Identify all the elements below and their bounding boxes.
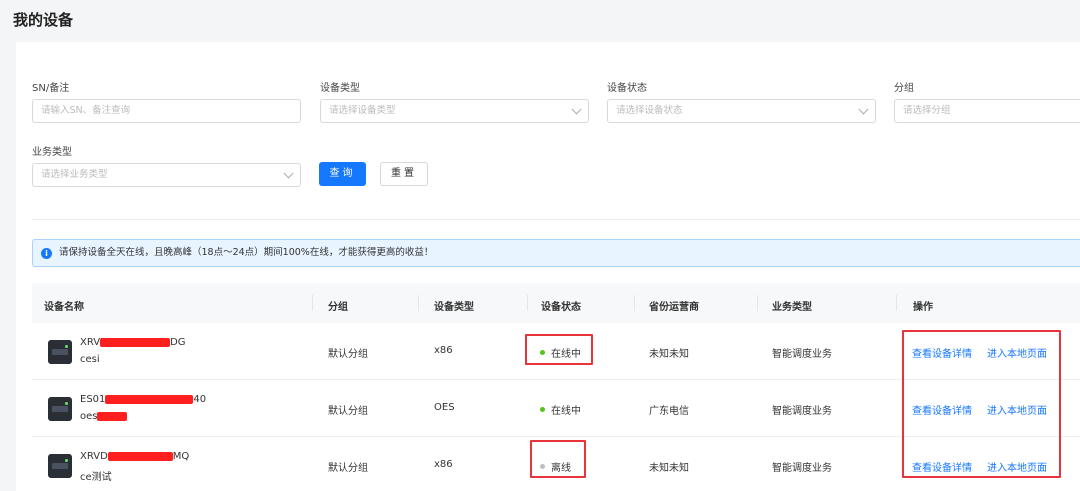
row-business-type: 智能调度业务: [772, 406, 832, 417]
chevron-down-icon: [858, 104, 869, 115]
col-device-status: 设备状态: [541, 302, 581, 313]
sn-prefix: XRV: [80, 337, 101, 348]
note-text: oes: [80, 411, 98, 422]
device-note: oes: [80, 411, 128, 422]
redaction-mark: [100, 337, 171, 347]
chevron-down-icon: [571, 104, 582, 115]
group-placeholder: 请选择分组: [903, 105, 951, 116]
device-sn: XRVD MQ: [80, 451, 189, 462]
col-separator: [634, 295, 635, 311]
info-icon: i: [41, 248, 52, 259]
col-device-type: 设备类型: [434, 302, 474, 313]
device-status-label: 设备状态: [607, 83, 647, 94]
sn-suffix: MQ: [172, 451, 190, 462]
col-separator: [757, 295, 758, 311]
device-type-select[interactable]: 请选择设备类型: [320, 99, 589, 123]
device-image: [48, 397, 72, 421]
row-group: 默认分组: [328, 406, 368, 417]
row-device-type: OES: [434, 402, 455, 413]
col-actions: 操作: [913, 302, 933, 313]
query-button[interactable]: 查询: [319, 162, 366, 186]
col-business-type: 业务类型: [772, 302, 812, 313]
sn-input[interactable]: 请输入SN、备注查询: [32, 99, 301, 123]
device-note: ce测试: [80, 472, 112, 483]
col-separator: [527, 295, 528, 311]
device-type-label: 设备类型: [320, 83, 360, 94]
page-title: 我的设备: [13, 11, 74, 29]
alert-text: 请保持设备全天在线，且晚高峰（18点～24点）期间100%在线，才能获得更高的收…: [59, 247, 434, 258]
redaction-mark: [97, 411, 128, 421]
col-isp: 省份运营商: [649, 302, 699, 313]
col-separator: [896, 295, 897, 311]
row-device-type: x86: [434, 345, 453, 356]
row-device-type: x86: [434, 459, 453, 470]
device-sn: XRV DG: [80, 337, 186, 348]
info-alert: i 请保持设备全天在线，且晚高峰（18点～24点）期间100%在线，才能获得更高…: [32, 239, 1080, 267]
sn-prefix: XRVD: [80, 451, 108, 462]
col-device-name: 设备名称: [44, 302, 84, 313]
device-note: cesi: [80, 354, 100, 365]
sn-filter-label: SN/备注: [32, 83, 70, 94]
sn-prefix: ES01: [80, 394, 106, 405]
col-separator: [312, 295, 313, 311]
row-isp: 广东电信: [649, 406, 689, 417]
device-image: [48, 454, 72, 478]
col-group: 分组: [328, 302, 348, 313]
col-separator: [418, 295, 419, 311]
row-group: 默认分组: [328, 349, 368, 360]
online-status-dot: [540, 407, 545, 412]
main-card: SN/备注 请输入SN、备注查询 设备类型 请选择设备类型 设备状态 请选择设备…: [16, 42, 1080, 491]
redaction-mark: [105, 394, 194, 404]
row-status: 在线中: [551, 406, 581, 417]
sn-suffix: 40: [193, 394, 207, 405]
business-type-label: 业务类型: [32, 147, 72, 158]
row-isp: 未知未知: [649, 349, 689, 360]
filter-divider: [32, 219, 1080, 220]
device-status-placeholder: 请选择设备状态: [616, 105, 683, 116]
business-type-placeholder: 请选择业务类型: [41, 169, 108, 180]
row-isp: 未知未知: [649, 463, 689, 474]
device-type-placeholder: 请选择设备类型: [329, 105, 396, 116]
row-business-type: 智能调度业务: [772, 463, 832, 474]
device-image: [48, 340, 72, 364]
row-business-type: 智能调度业务: [772, 349, 832, 360]
group-select[interactable]: 请选择分组: [894, 99, 1080, 123]
chevron-down-icon: [283, 168, 294, 179]
row-group: 默认分组: [328, 463, 368, 474]
group-filter-label: 分组: [894, 83, 914, 94]
annotation-box-status-online: [525, 334, 593, 365]
device-sn: ES01 40: [80, 394, 206, 405]
sn-suffix: DG: [170, 337, 186, 348]
reset-button[interactable]: 重置: [380, 162, 428, 186]
annotation-box-status-offline: [530, 440, 586, 478]
device-status-select[interactable]: 请选择设备状态: [607, 99, 876, 123]
business-type-select[interactable]: 请选择业务类型: [32, 163, 301, 187]
redaction-mark: [107, 451, 173, 461]
annotation-box-actions: [902, 330, 1061, 478]
